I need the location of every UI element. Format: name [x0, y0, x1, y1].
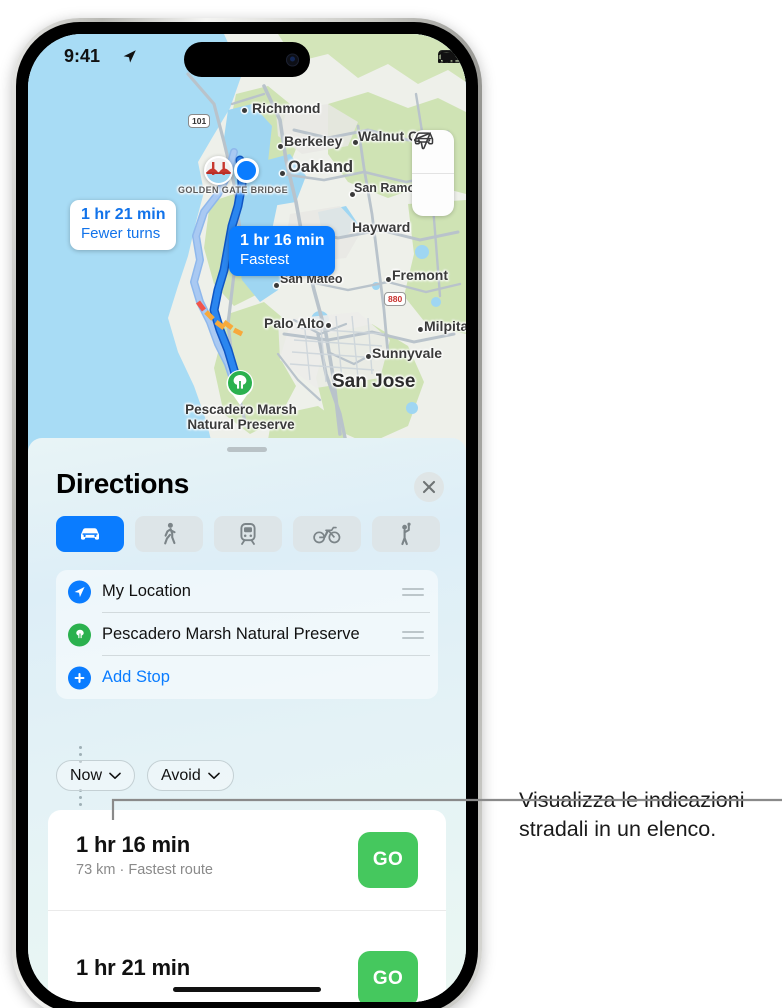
screenshot-root: Richmond Berkeley Walnut Cree Oakland Sa… — [0, 0, 782, 1008]
annotation-leader-line — [111, 798, 782, 820]
